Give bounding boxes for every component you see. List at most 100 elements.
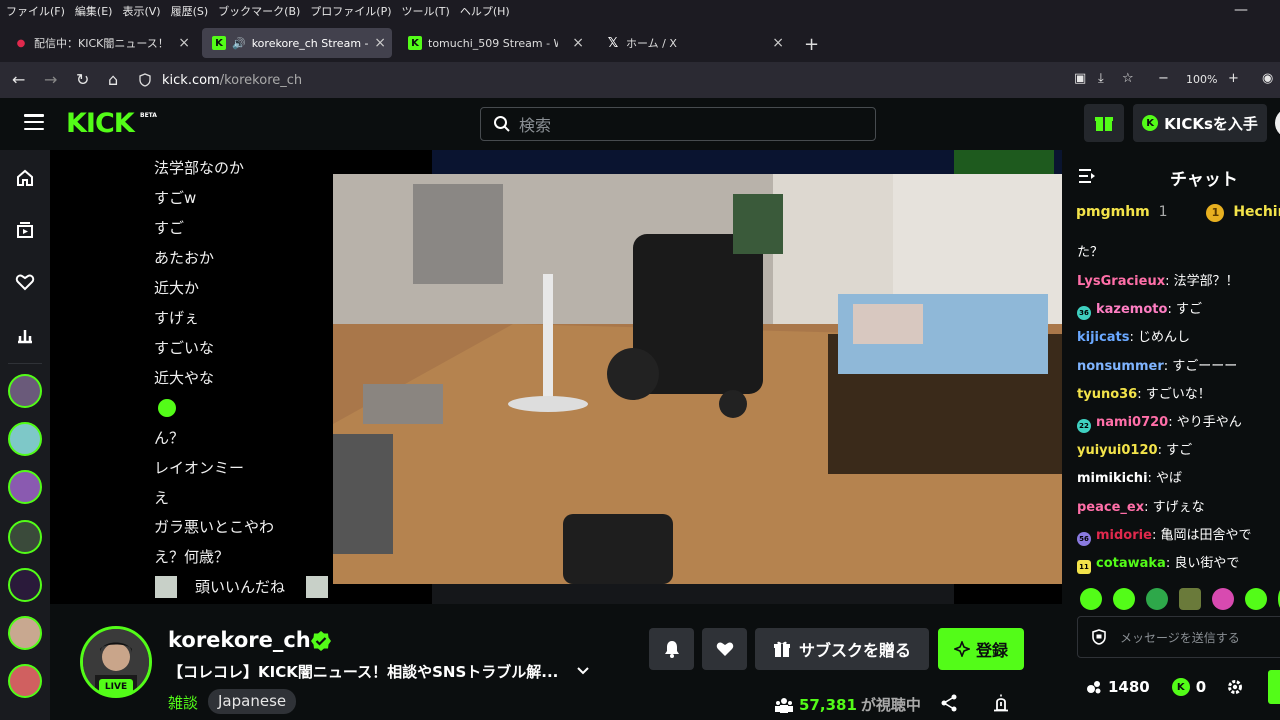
browser-navbar: ← → ↻ ⌂ kick.com/korekore_ch ▣ ⤓ ☆ − 100… [0, 62, 1280, 98]
chevron-down-icon[interactable] [576, 664, 590, 678]
tab-x-home[interactable]: 𝕏 ホーム / X × [596, 28, 790, 58]
tab-kick-news[interactable]: ● 配信中：KICK闇ニュース！ × [4, 28, 196, 58]
speaker-icon[interactable]: 🔊 [232, 37, 246, 50]
menu-help[interactable]: ヘルプ(H) [460, 3, 510, 19]
sparkle-icon [953, 641, 970, 657]
chat-message: LysGracieux: 法学部？！ [1077, 274, 1239, 289]
chat-text: 亀岡は田舎やで [1160, 528, 1252, 543]
emote-icon[interactable] [1212, 588, 1234, 610]
followed-channel-avatar[interactable] [8, 470, 42, 504]
chat-username[interactable]: nami0720 [1096, 415, 1168, 430]
zoom-out-button[interactable]: − [1158, 71, 1169, 86]
tab-close-icon[interactable]: × [374, 35, 386, 51]
home-nav-icon[interactable] [15, 168, 35, 188]
language-tag[interactable]: Japanese [208, 689, 297, 714]
send-chat-button[interactable] [1268, 670, 1280, 704]
url-bar[interactable]: kick.com/korekore_ch [138, 66, 1150, 94]
emote-icon[interactable] [1113, 588, 1135, 610]
follow-heart-button[interactable] [702, 628, 747, 670]
chat-username[interactable]: peace_ex [1077, 500, 1144, 515]
chat-username[interactable]: kijicats [1077, 330, 1129, 345]
chat-message: 11 cotawaka: 良い街やで [1077, 552, 1239, 574]
category-link[interactable]: 雑談 [168, 692, 198, 713]
minimize-button[interactable]: — [1234, 2, 1248, 18]
tab-tomuchi-stream[interactable]: K tomuchi_509 Stream - Watch Li × [398, 28, 590, 58]
report-icon[interactable] [992, 694, 1010, 712]
chat-username[interactable]: kazemoto [1096, 302, 1167, 317]
followed-channel-avatar[interactable] [8, 422, 42, 456]
chat-username[interactable]: yuiyui0120 [1077, 443, 1158, 458]
picture-in-picture-icon[interactable]: ▣ [1074, 71, 1086, 86]
subscriber-badge-icon: 36 [1077, 306, 1091, 320]
get-kicks-button[interactable]: K KICKsを入手 [1133, 104, 1267, 142]
zoom-level[interactable]: 100% [1186, 73, 1217, 86]
chat-message: 22 nami0720: やり手やん [1077, 411, 1242, 433]
extension-icon[interactable]: ◉ [1262, 71, 1273, 86]
chat-username[interactable]: midorie [1096, 528, 1152, 543]
emote-icon[interactable] [1080, 588, 1102, 610]
share-icon[interactable] [940, 694, 958, 712]
chat-shield-icon[interactable] [1092, 629, 1106, 645]
emote-icon[interactable] [1245, 588, 1267, 610]
tab-close-icon[interactable]: × [572, 35, 584, 51]
notification-bell-button[interactable] [649, 628, 694, 670]
chat-settings-gear-icon[interactable] [1226, 678, 1244, 696]
chat-text: すごーーー [1172, 359, 1238, 374]
tab-title: 配信中：KICK闇ニュース！ [34, 37, 164, 50]
overlay-chat-line: あたおか [154, 249, 215, 267]
menu-bookmarks[interactable]: ブックマーク(B) [218, 3, 300, 19]
overlay-chat-line: 法学部なのか [154, 159, 245, 177]
chat-username[interactable]: nonsummer [1077, 359, 1164, 374]
menu-tools[interactable]: ツール(T) [402, 3, 450, 19]
tab-close-icon[interactable]: × [772, 35, 784, 51]
drops-button[interactable] [1084, 104, 1124, 142]
channel-name[interactable]: korekore_ch [168, 628, 311, 652]
zoom-in-button[interactable]: + [1228, 71, 1239, 86]
menu-edit[interactable]: 編集(E) [75, 3, 113, 19]
menu-history[interactable]: 履歴(S) [171, 3, 209, 19]
chat-username[interactable]: mimikichi [1077, 471, 1148, 486]
menu-file[interactable]: ファイル(F) [6, 3, 65, 19]
bookmark-star-icon[interactable]: ☆ [1122, 71, 1134, 86]
hamburger-menu-icon[interactable] [24, 114, 44, 130]
collapse-chat-icon[interactable] [1078, 168, 1096, 184]
browse-nav-icon[interactable] [15, 220, 35, 240]
reload-icon[interactable]: ↻ [76, 70, 89, 89]
followed-channel-avatar[interactable] [8, 374, 42, 408]
back-icon[interactable]: ← [12, 70, 25, 89]
chat-username[interactable]: tyuno36 [1077, 387, 1137, 402]
search-input[interactable]: 検索 [480, 107, 876, 141]
subscribe-button[interactable]: 登録 [938, 628, 1024, 670]
followed-channel-avatar[interactable] [8, 568, 42, 602]
chat-message-input[interactable]: メッセージを送信する [1077, 616, 1280, 658]
top-gifters-bar[interactable]: pmgmhm 1 1 Hechima [1076, 204, 1280, 222]
overlay-emote-icon [158, 399, 176, 417]
gift-sub-button[interactable]: サブスクを贈る [755, 628, 929, 670]
home-icon[interactable]: ⌂ [108, 70, 118, 89]
kick-logo[interactable]: KICK BETA [66, 108, 157, 139]
emote-icon[interactable] [1179, 588, 1201, 610]
tab-title: ホーム / X [626, 37, 677, 50]
channel-points-icon[interactable] [1086, 679, 1102, 695]
site-info-icon[interactable] [138, 73, 152, 87]
chat-username[interactable]: cotawaka [1096, 556, 1166, 571]
new-tab-button[interactable]: + [804, 34, 819, 55]
tab-title: korekore_ch Stream - Watc [251, 36, 372, 50]
x-favicon-icon: 𝕏 [607, 35, 619, 51]
following-heart-icon[interactable] [15, 272, 35, 292]
chat-username[interactable]: LysGracieux [1077, 274, 1165, 289]
clips-nav-icon[interactable] [15, 326, 35, 346]
emote-icon[interactable] [1146, 588, 1168, 610]
menu-view[interactable]: 表示(V) [122, 3, 160, 19]
tab-korekore-stream[interactable]: K 🔊 korekore_ch Stream - Watc × [202, 28, 392, 58]
menu-profile[interactable]: プロファイル(P) [310, 3, 391, 19]
followed-channel-avatar[interactable] [8, 616, 42, 650]
subscribe-label: 登録 [975, 641, 1008, 660]
kicks-coin-icon[interactable]: K [1171, 678, 1190, 696]
followed-channel-avatar[interactable] [8, 664, 42, 698]
tab-close-icon[interactable]: × [178, 35, 190, 51]
save-to-pocket-icon[interactable]: ⤓ [1098, 71, 1104, 86]
forward-icon[interactable]: → [44, 70, 57, 89]
followed-channel-avatar[interactable] [8, 520, 42, 554]
kicks-coin-icon: K [1142, 115, 1159, 131]
